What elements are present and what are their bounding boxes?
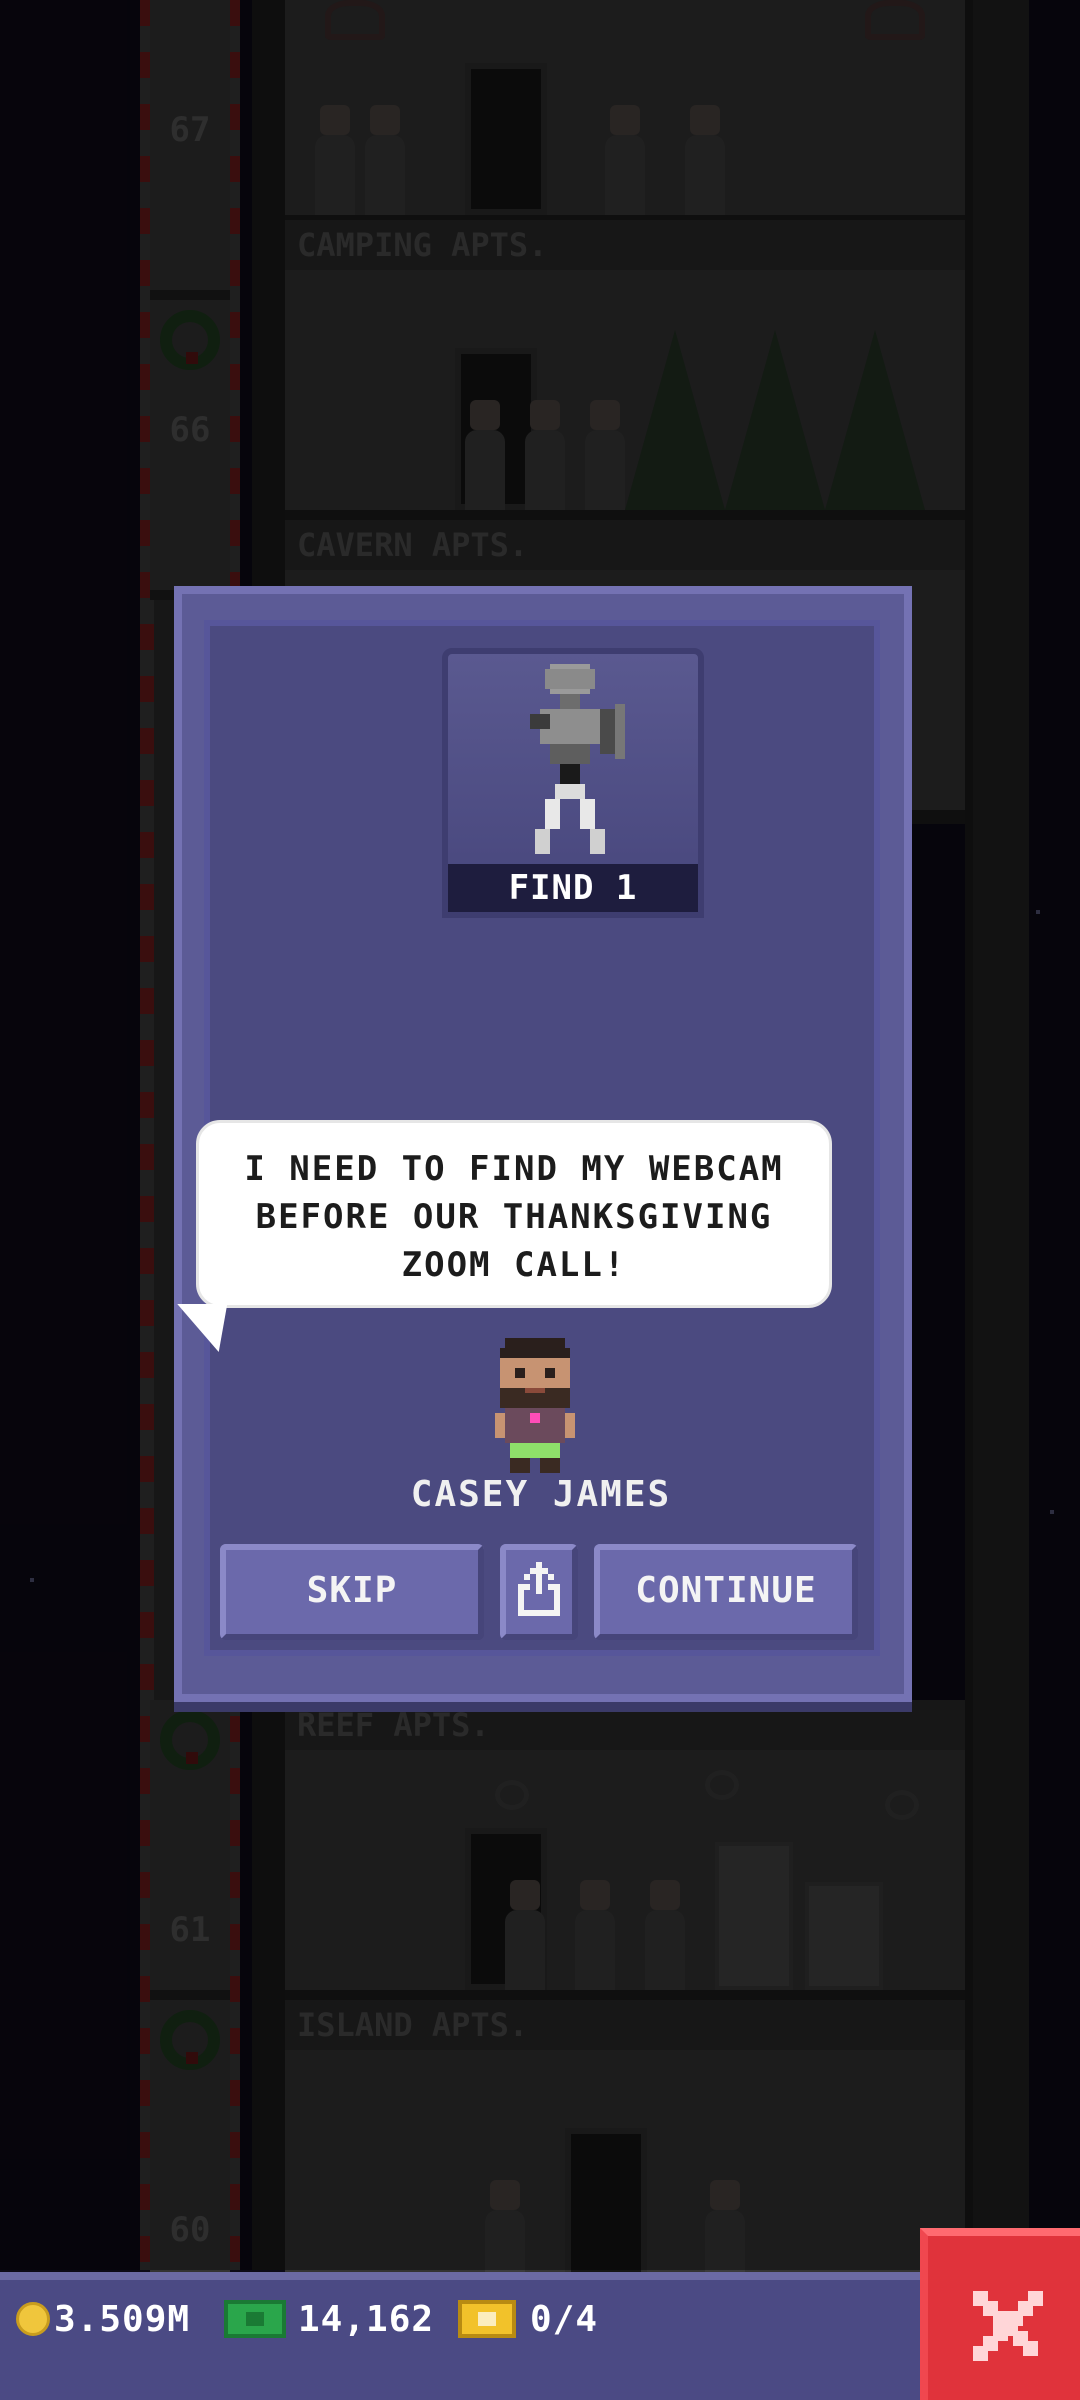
- webcam-icon: [530, 664, 625, 854]
- share-icon: [518, 1562, 560, 1616]
- close-button[interactable]: [920, 2228, 1080, 2400]
- character-sprite: [495, 1338, 575, 1473]
- character-name: CASEY JAMES: [410, 1474, 672, 1515]
- speech-line: I NEED TO FIND MY WEBCAM: [244, 1149, 784, 1189]
- resource-bar: 3.509M 14,162 0/4: [0, 2272, 920, 2400]
- find-count-label: FIND 1: [448, 864, 698, 912]
- speech-line: ZOOM CALL!: [401, 1245, 627, 1285]
- skip-button[interactable]: SKIP: [220, 1544, 484, 1640]
- share-button[interactable]: [500, 1544, 578, 1640]
- coin-icon: [16, 2302, 50, 2336]
- tower-bux-icon: [224, 2300, 286, 2338]
- golden-ticket-icon: [458, 2300, 516, 2338]
- speech-bubble: I NEED TO FIND MY WEBCAM BEFORE OUR THAN…: [196, 1120, 832, 1308]
- close-icon: [973, 2291, 1043, 2361]
- continue-button[interactable]: CONTINUE: [594, 1544, 858, 1640]
- ticket-count: 0/4: [530, 2299, 599, 2340]
- item-card: FIND 1: [442, 648, 704, 918]
- coin-count: 3.509M: [54, 2299, 191, 2340]
- bux-count: 14,162: [298, 2299, 435, 2340]
- speech-line: BEFORE OUR THANKSGIVING: [255, 1197, 773, 1237]
